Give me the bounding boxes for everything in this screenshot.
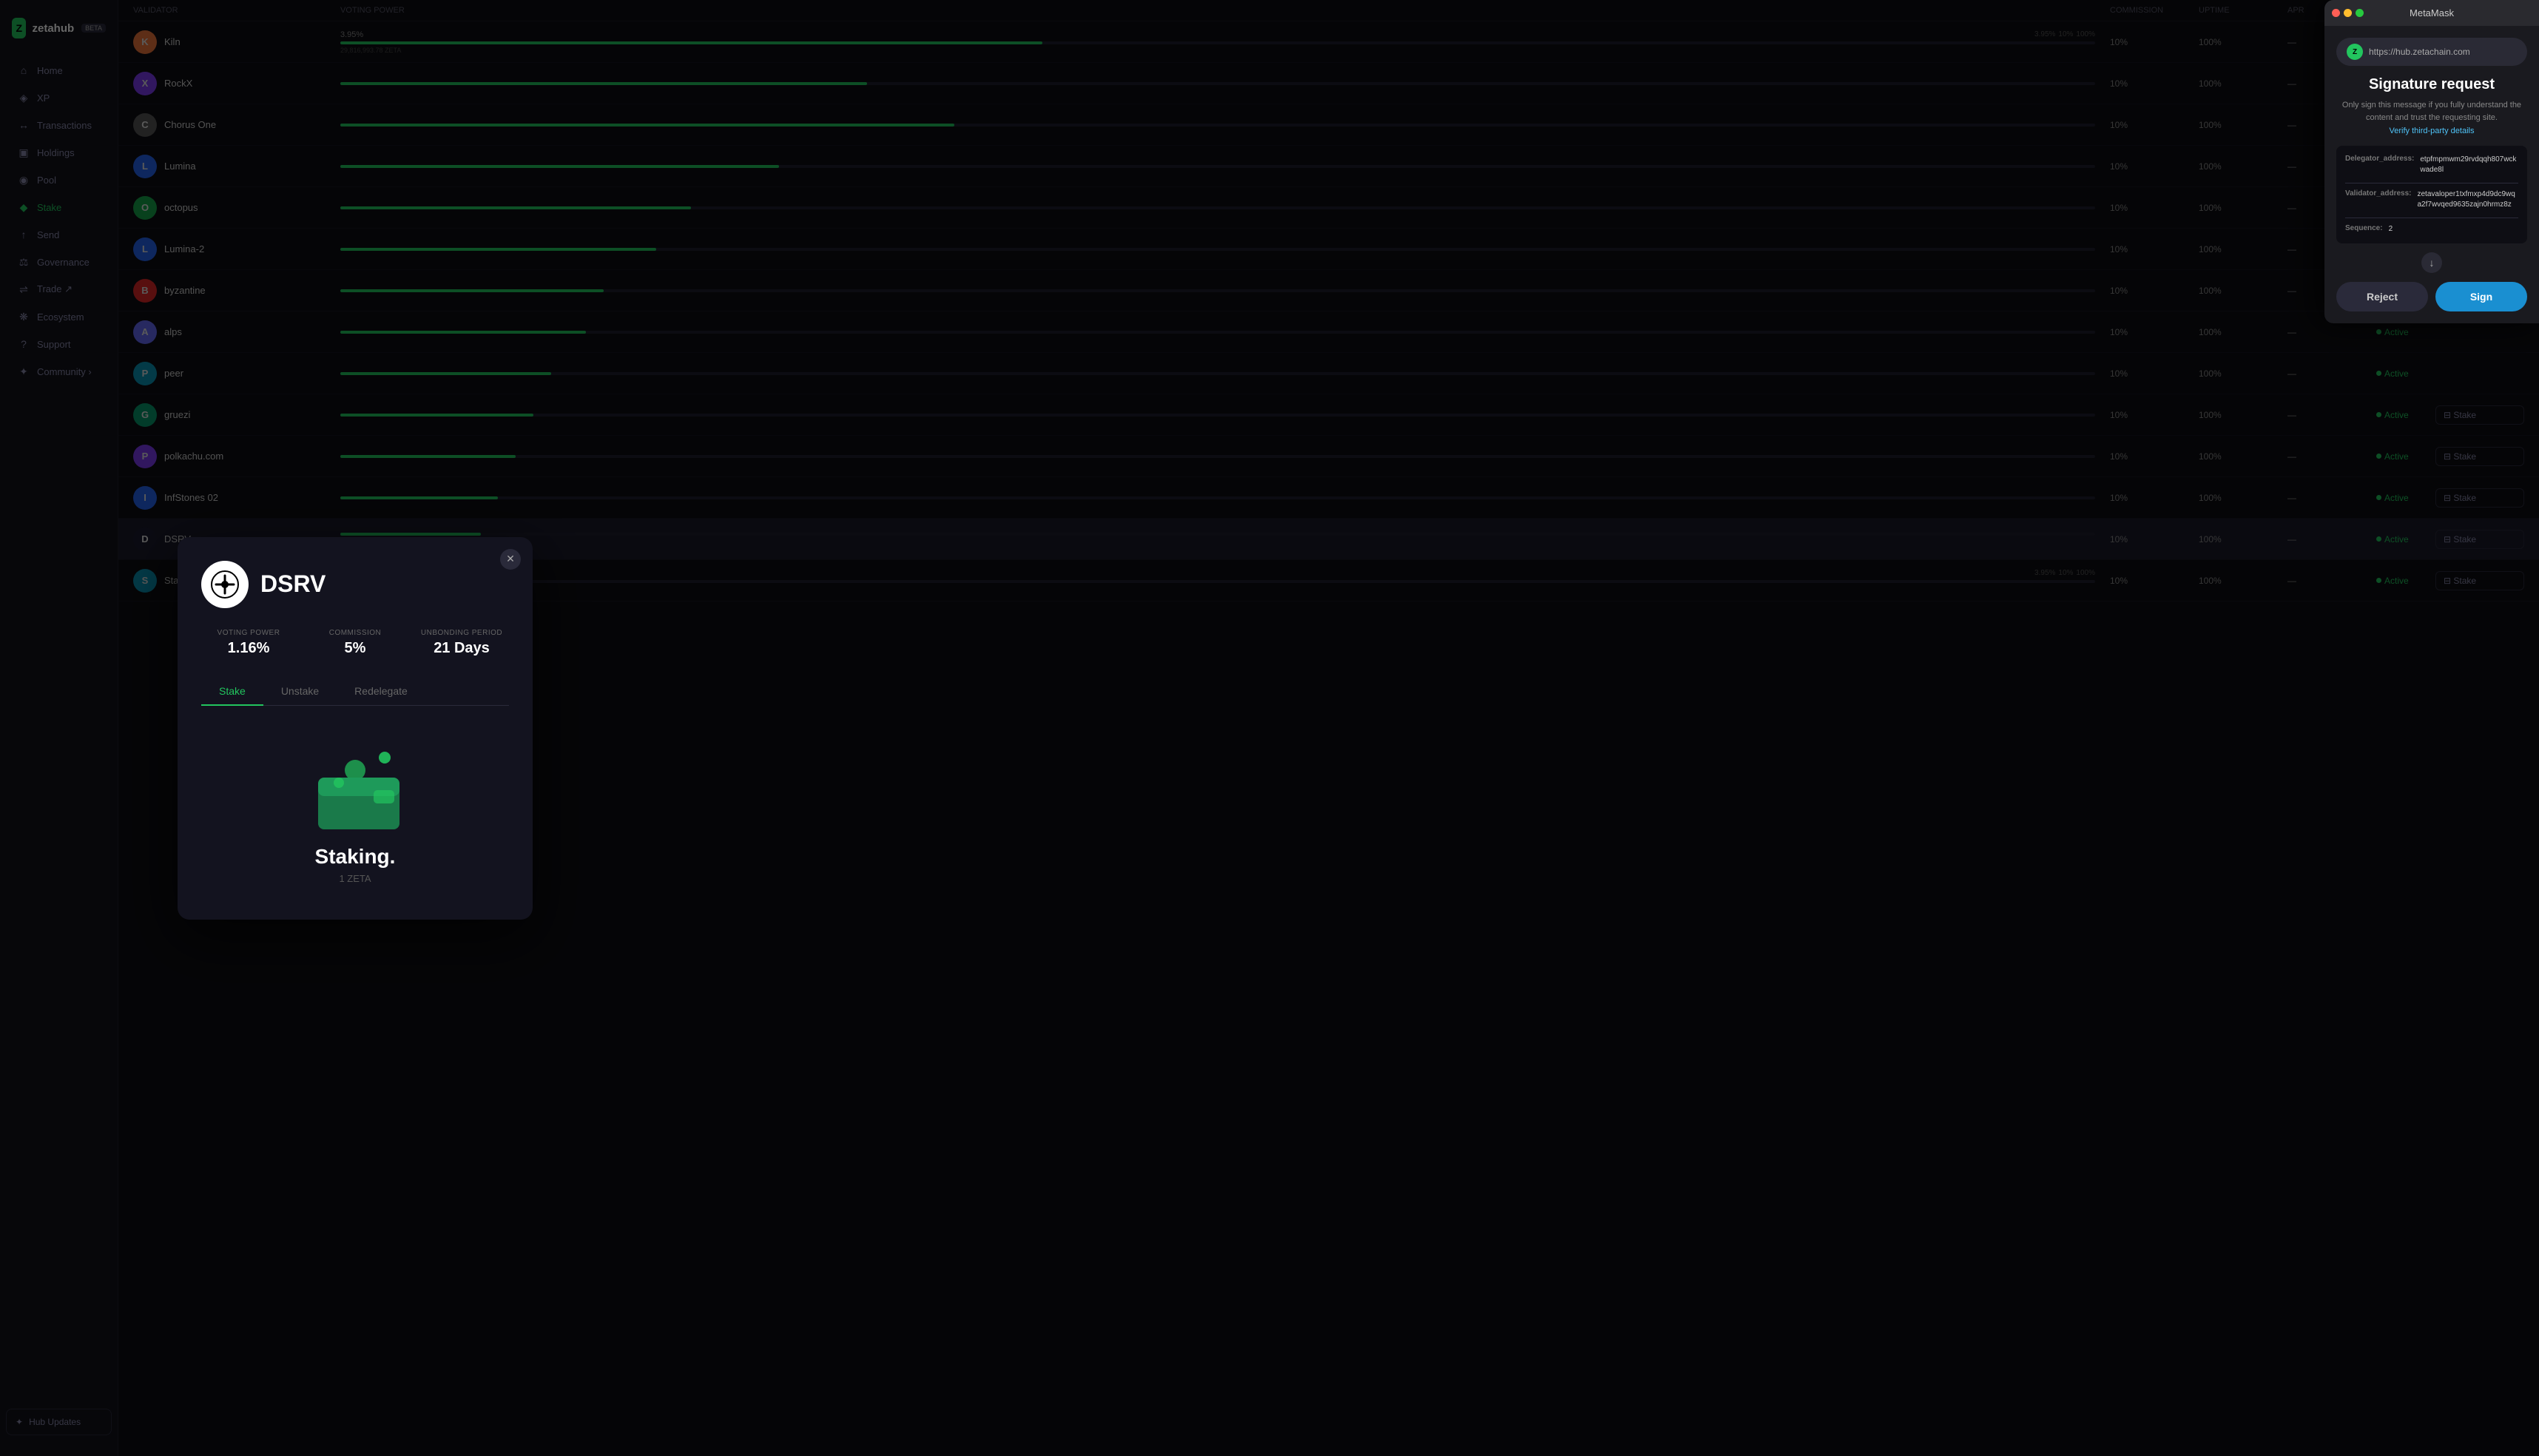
mm-validator-label: Validator_address: [2345, 189, 2411, 210]
mm-sign-button[interactable]: Sign [2435, 282, 2527, 311]
unbonding-label: UNBONDING PERIOD [421, 629, 502, 637]
mm-sequence-value: 2 [2389, 224, 2518, 235]
mm-url-icon: Z [2347, 44, 2363, 60]
mm-maximize-dot[interactable] [2356, 9, 2364, 17]
staking-illustration: Staking. 1 ZETA [201, 729, 509, 896]
stat-unbonding: UNBONDING PERIOD 21 Days [414, 629, 509, 657]
mm-data-box: Delegator_address: etpfmpmwm29rvdqqh807w… [2336, 146, 2527, 243]
commission-value: 5% [345, 640, 366, 657]
metamask-panel: MetaMask Z https://hub.zetachain.com Sig… [2324, 0, 2539, 323]
voting-power-value: 1.16% [228, 640, 270, 657]
mm-url-text: https://hub.zetachain.com [2369, 47, 2470, 57]
mm-reject-button[interactable]: Reject [2336, 282, 2428, 311]
unbonding-value: 21 Days [434, 640, 490, 657]
mm-scroll-hint: ↓ [2336, 252, 2527, 273]
mm-delegator-label: Delegator_address: [2345, 155, 2414, 175]
mm-window-controls [2332, 9, 2364, 17]
mm-body: Z https://hub.zetachain.com Signature re… [2324, 26, 2539, 323]
mm-validator-row: Validator_address: zetavaloper1txfmxp4d9… [2345, 189, 2518, 210]
mm-validator-value: zetavaloper1txfmxp4d9dc9wqa2f7wvqed9635z… [2417, 189, 2518, 210]
modal-header: DSRV [201, 561, 509, 608]
stat-voting-power: VOTING POWER 1.16% [201, 629, 296, 657]
mm-verify-link[interactable]: Verify third-party details [2336, 127, 2527, 135]
mm-description: Only sign this message if you fully unde… [2336, 99, 2527, 124]
tab-redelegate[interactable]: Redelegate [337, 678, 425, 706]
commission-label: COMMISSION [329, 629, 382, 637]
staking-text: Staking. [315, 845, 396, 869]
tab-unstake[interactable]: Unstake [263, 678, 337, 706]
modal-stats: VOTING POWER 1.16% COMMISSION 5% UNBONDI… [201, 629, 509, 657]
mm-titlebar: MetaMask [2324, 0, 2539, 26]
modal-validator-icon [201, 561, 249, 608]
staking-modal: ✕ DSRV VOTING POWER 1.16% COMMISSION 5% [178, 537, 533, 920]
wallet-illustration [289, 744, 422, 833]
mm-delegator-row: Delegator_address: etpfmpmwm29rvdqqh807w… [2345, 155, 2518, 175]
tab-stake[interactable]: Stake [201, 678, 263, 706]
modal-overlay[interactable]: ✕ DSRV VOTING POWER 1.16% COMMISSION 5% [0, 0, 2539, 1456]
mm-scroll-down-icon[interactable]: ↓ [2421, 252, 2442, 273]
mm-actions: Reject Sign [2336, 282, 2527, 311]
mm-url-bar: Z https://hub.zetachain.com [2336, 38, 2527, 66]
mm-close-dot[interactable] [2332, 9, 2340, 17]
staking-amount: 1 ZETA [339, 873, 371, 884]
mm-sequence-label: Sequence: [2345, 224, 2383, 235]
mm-sequence-row: Sequence: 2 [2345, 224, 2518, 235]
mm-minimize-dot[interactable] [2344, 9, 2352, 17]
modal-close-button[interactable]: ✕ [500, 549, 521, 570]
mm-delegator-value: etpfmpmwm29rvdqqh807wckwade8l [2420, 155, 2518, 175]
mm-heading: Signature request [2336, 76, 2527, 93]
mm-title: MetaMask [2410, 7, 2454, 18]
voting-power-label: VOTING POWER [218, 629, 280, 637]
modal-validator-name: DSRV [260, 570, 326, 598]
stat-commission: COMMISSION 5% [308, 629, 402, 657]
modal-tabs: Stake Unstake Redelegate [201, 678, 509, 706]
